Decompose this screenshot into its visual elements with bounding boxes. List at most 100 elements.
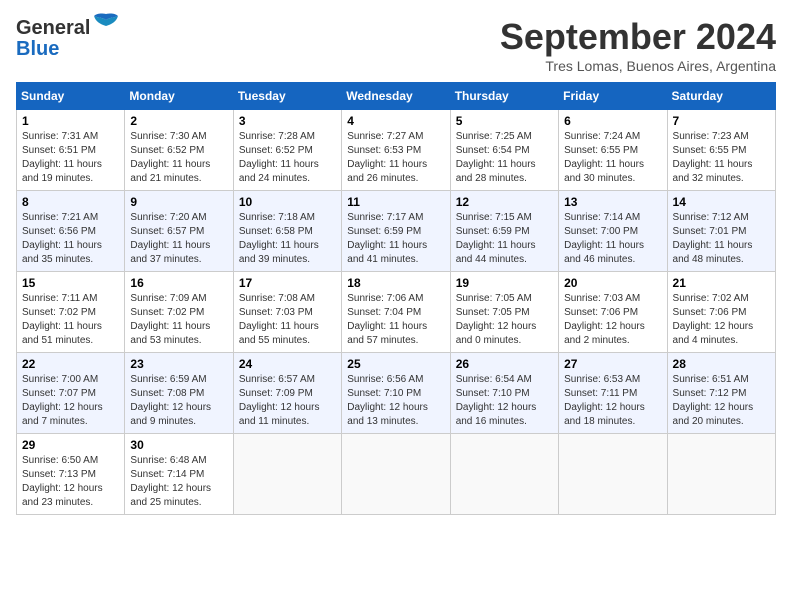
day-info: Sunrise: 7:30 AM Sunset: 6:52 PM Dayligh…	[130, 130, 227, 186]
col-thursday: Thursday	[450, 83, 558, 110]
month-title: September 2024	[500, 16, 776, 58]
table-row: 8 Sunrise: 7:21 AM Sunset: 6:56 PM Daylig…	[17, 191, 125, 272]
day-info: Sunrise: 6:48 AM Sunset: 7:14 PM Dayligh…	[130, 454, 227, 510]
logo-blue-text: Blue	[16, 38, 59, 60]
day-number: 19	[456, 276, 553, 290]
table-row: 12 Sunrise: 7:15 AM Sunset: 6:59 PM Dayli…	[450, 191, 558, 272]
table-row: 27 Sunrise: 6:53 AM Sunset: 7:11 PM Dayli…	[559, 353, 667, 434]
calendar-week-1: 1Sunrise: 7:31 AM Sunset: 6:51 PM Daylig…	[17, 110, 776, 191]
table-row: 5Sunrise: 7:25 AM Sunset: 6:54 PM Daylig…	[450, 110, 558, 191]
table-row: 24 Sunrise: 6:57 AM Sunset: 7:09 PM Dayli…	[233, 353, 341, 434]
day-info: Sunrise: 7:03 AM Sunset: 7:06 PM Dayligh…	[564, 292, 661, 348]
calendar-table: Sunday Monday Tuesday Wednesday Thursday…	[16, 82, 776, 515]
table-row	[342, 434, 450, 515]
day-info: Sunrise: 7:20 AM Sunset: 6:57 PM Dayligh…	[130, 211, 227, 267]
day-number: 22	[22, 357, 119, 371]
day-info: Sunrise: 7:23 AM Sunset: 6:55 PM Dayligh…	[673, 130, 770, 186]
day-info: Sunrise: 7:00 AM Sunset: 7:07 PM Dayligh…	[22, 373, 119, 429]
calendar-week-5: 29 Sunrise: 6:50 AM Sunset: 7:13 PM Dayli…	[17, 434, 776, 515]
day-info: Sunrise: 6:57 AM Sunset: 7:09 PM Dayligh…	[239, 373, 336, 429]
logo-general-text: General	[16, 18, 90, 38]
logo: General Blue	[16, 16, 120, 60]
calendar-week-3: 15 Sunrise: 7:11 AM Sunset: 7:02 PM Dayli…	[17, 272, 776, 353]
table-row: 17 Sunrise: 7:08 AM Sunset: 7:03 PM Dayli…	[233, 272, 341, 353]
day-info: Sunrise: 7:18 AM Sunset: 6:58 PM Dayligh…	[239, 211, 336, 267]
table-row: 14 Sunrise: 7:12 AM Sunset: 7:01 PM Dayli…	[667, 191, 775, 272]
day-number: 5	[456, 114, 553, 128]
day-number: 29	[22, 438, 119, 452]
title-area: September 2024 Tres Lomas, Buenos Aires,…	[500, 16, 776, 74]
day-number: 28	[673, 357, 770, 371]
table-row: 29 Sunrise: 6:50 AM Sunset: 7:13 PM Dayli…	[17, 434, 125, 515]
day-number: 13	[564, 195, 661, 209]
table-row	[233, 434, 341, 515]
col-tuesday: Tuesday	[233, 83, 341, 110]
day-number: 8	[22, 195, 119, 209]
day-info: Sunrise: 7:14 AM Sunset: 7:00 PM Dayligh…	[564, 211, 661, 267]
day-info: Sunrise: 7:06 AM Sunset: 7:04 PM Dayligh…	[347, 292, 444, 348]
day-number: 18	[347, 276, 444, 290]
day-number: 2	[130, 114, 227, 128]
day-number: 15	[22, 276, 119, 290]
day-info: Sunrise: 7:24 AM Sunset: 6:55 PM Dayligh…	[564, 130, 661, 186]
day-number: 9	[130, 195, 227, 209]
table-row: 26Sunrise: 6:54 AM Sunset: 7:10 PM Dayli…	[450, 353, 558, 434]
day-info: Sunrise: 7:12 AM Sunset: 7:01 PM Dayligh…	[673, 211, 770, 267]
col-sunday: Sunday	[17, 83, 125, 110]
col-wednesday: Wednesday	[342, 83, 450, 110]
day-info: Sunrise: 6:54 AM Sunset: 7:10 PM Dayligh…	[456, 373, 553, 429]
table-row: 2 Sunrise: 7:30 AM Sunset: 6:52 PM Daylig…	[125, 110, 233, 191]
day-info: Sunrise: 6:56 AM Sunset: 7:10 PM Dayligh…	[347, 373, 444, 429]
table-row: 18 Sunrise: 7:06 AM Sunset: 7:04 PM Dayli…	[342, 272, 450, 353]
day-number: 17	[239, 276, 336, 290]
table-row: 28 Sunrise: 6:51 AM Sunset: 7:12 PM Dayli…	[667, 353, 775, 434]
day-info: Sunrise: 7:11 AM Sunset: 7:02 PM Dayligh…	[22, 292, 119, 348]
col-saturday: Saturday	[667, 83, 775, 110]
day-number: 27	[564, 357, 661, 371]
logo-bird-icon	[92, 12, 120, 34]
table-row: 15 Sunrise: 7:11 AM Sunset: 7:02 PM Dayli…	[17, 272, 125, 353]
day-number: 30	[130, 438, 227, 452]
table-row: 7Sunrise: 7:23 AM Sunset: 6:55 PM Daylig…	[667, 110, 775, 191]
day-number: 21	[673, 276, 770, 290]
day-info: Sunrise: 6:53 AM Sunset: 7:11 PM Dayligh…	[564, 373, 661, 429]
table-row: 3Sunrise: 7:28 AM Sunset: 6:52 PM Daylig…	[233, 110, 341, 191]
day-number: 25	[347, 357, 444, 371]
table-row: 22 Sunrise: 7:00 AM Sunset: 7:07 PM Dayli…	[17, 353, 125, 434]
day-info: Sunrise: 7:17 AM Sunset: 6:59 PM Dayligh…	[347, 211, 444, 267]
day-number: 14	[673, 195, 770, 209]
table-row	[450, 434, 558, 515]
day-info: Sunrise: 7:09 AM Sunset: 7:02 PM Dayligh…	[130, 292, 227, 348]
col-friday: Friday	[559, 83, 667, 110]
day-info: Sunrise: 7:15 AM Sunset: 6:59 PM Dayligh…	[456, 211, 553, 267]
table-row: 10 Sunrise: 7:18 AM Sunset: 6:58 PM Dayli…	[233, 191, 341, 272]
day-number: 10	[239, 195, 336, 209]
day-number: 20	[564, 276, 661, 290]
day-info: Sunrise: 6:50 AM Sunset: 7:13 PM Dayligh…	[22, 454, 119, 510]
table-row: 4Sunrise: 7:27 AM Sunset: 6:53 PM Daylig…	[342, 110, 450, 191]
location-text: Tres Lomas, Buenos Aires, Argentina	[500, 58, 776, 74]
day-info: Sunrise: 6:59 AM Sunset: 7:08 PM Dayligh…	[130, 373, 227, 429]
page-header: General Blue September 2024 Tres Lomas, …	[16, 16, 776, 74]
table-row	[559, 434, 667, 515]
day-info: Sunrise: 7:08 AM Sunset: 7:03 PM Dayligh…	[239, 292, 336, 348]
day-number: 6	[564, 114, 661, 128]
day-number: 1	[22, 114, 119, 128]
calendar-week-4: 22 Sunrise: 7:00 AM Sunset: 7:07 PM Dayli…	[17, 353, 776, 434]
day-number: 24	[239, 357, 336, 371]
table-row: 21Sunrise: 7:02 AM Sunset: 7:06 PM Dayli…	[667, 272, 775, 353]
day-info: Sunrise: 7:21 AM Sunset: 6:56 PM Dayligh…	[22, 211, 119, 267]
day-number: 23	[130, 357, 227, 371]
table-row: 16 Sunrise: 7:09 AM Sunset: 7:02 PM Dayli…	[125, 272, 233, 353]
table-row: 23 Sunrise: 6:59 AM Sunset: 7:08 PM Dayli…	[125, 353, 233, 434]
table-row: 9 Sunrise: 7:20 AM Sunset: 6:57 PM Daylig…	[125, 191, 233, 272]
col-monday: Monday	[125, 83, 233, 110]
table-row: 30 Sunrise: 6:48 AM Sunset: 7:14 PM Dayli…	[125, 434, 233, 515]
day-number: 11	[347, 195, 444, 209]
day-info: Sunrise: 7:27 AM Sunset: 6:53 PM Dayligh…	[347, 130, 444, 186]
day-info: Sunrise: 6:51 AM Sunset: 7:12 PM Dayligh…	[673, 373, 770, 429]
table-row: 1Sunrise: 7:31 AM Sunset: 6:51 PM Daylig…	[17, 110, 125, 191]
day-number: 16	[130, 276, 227, 290]
table-row: 13 Sunrise: 7:14 AM Sunset: 7:00 PM Dayli…	[559, 191, 667, 272]
day-number: 12	[456, 195, 553, 209]
